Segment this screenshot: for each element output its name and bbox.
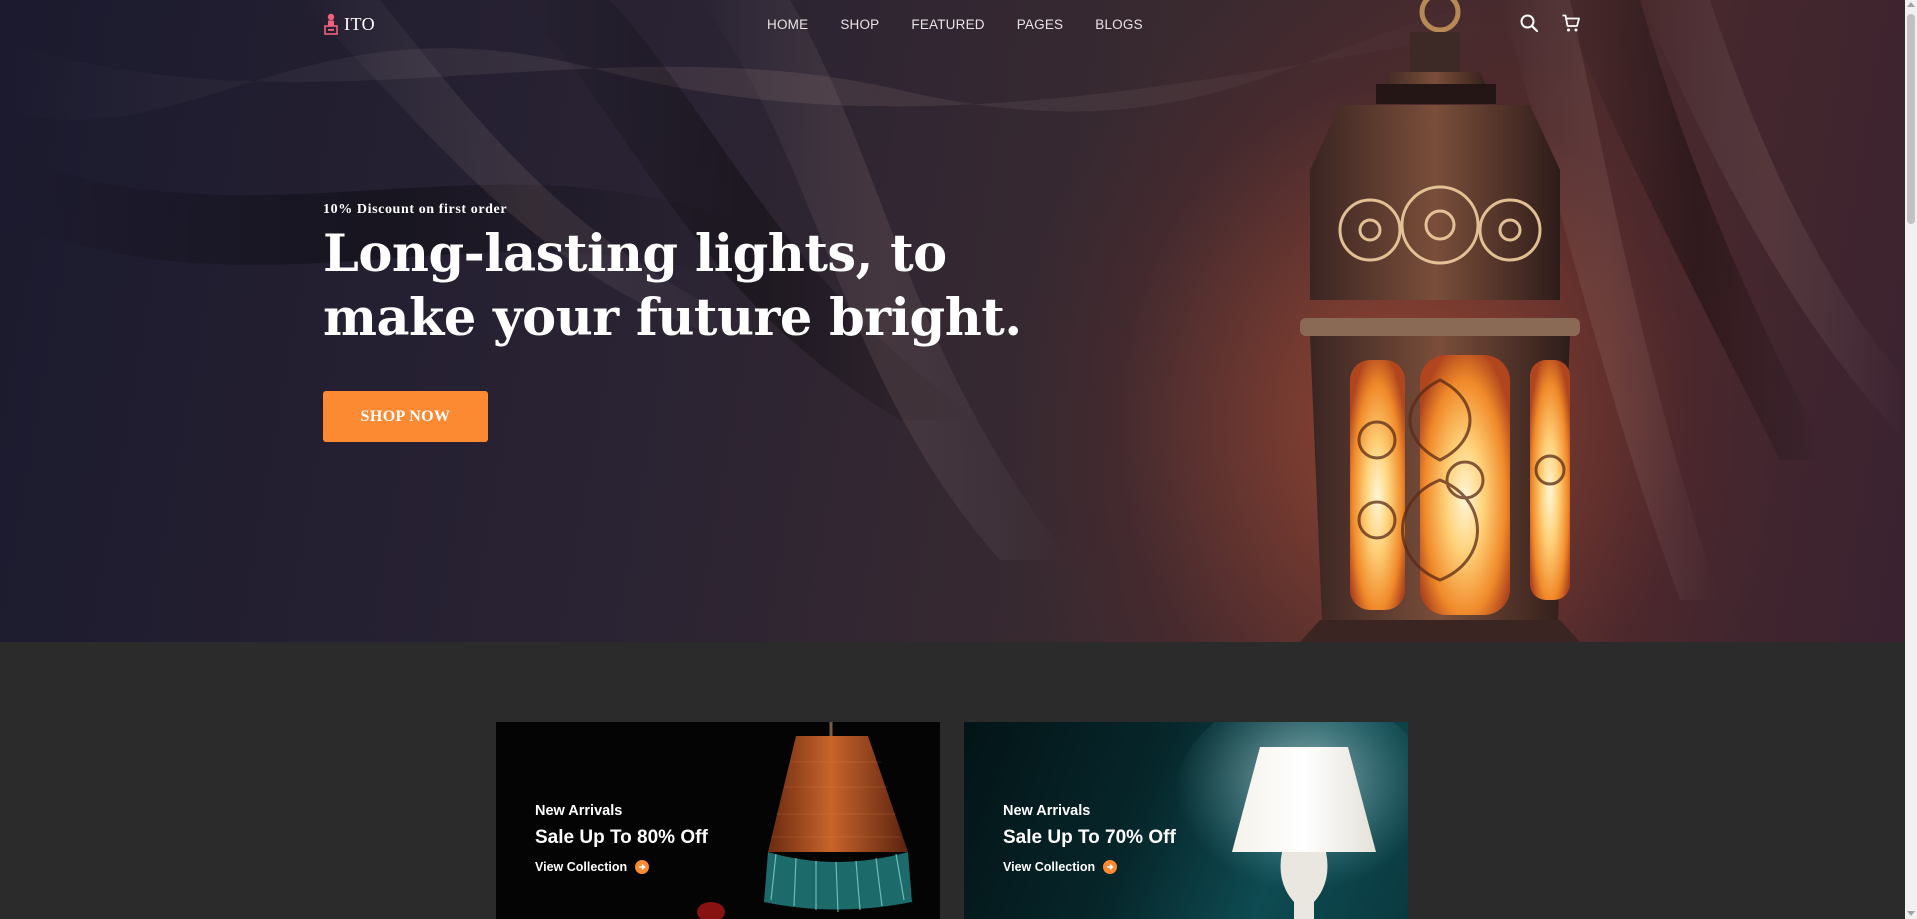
promo-kicker: New Arrivals xyxy=(535,803,623,819)
promo-card[interactable]: New Arrivals Sale Up To 70% Off View Col… xyxy=(964,722,1408,919)
view-collection-link[interactable]: View Collection xyxy=(535,860,650,874)
view-collection-label: View Collection xyxy=(1003,860,1096,874)
nav-blogs[interactable]: BLOGS xyxy=(1095,17,1143,32)
lantern-illustration xyxy=(1300,0,1580,642)
discount-eyebrow: 10% Discount on first order xyxy=(323,202,508,217)
view-collection-link[interactable]: View Collection xyxy=(1003,860,1118,874)
nav-shop[interactable]: SHOP xyxy=(840,17,879,32)
scrollbar-thumb[interactable] xyxy=(1907,14,1915,224)
page-scrollbar[interactable] xyxy=(1905,0,1917,919)
nav-home[interactable]: HOME xyxy=(767,17,808,32)
scroll-down-arrow-icon[interactable] xyxy=(1907,911,1915,916)
arrow-right-icon xyxy=(635,860,650,874)
header-actions xyxy=(1519,13,1581,33)
nav-featured[interactable]: FEATURED xyxy=(911,17,984,32)
hero-headline: Long-lasting lights, to make your future… xyxy=(323,224,1022,348)
pendant-lamp-image xyxy=(697,722,912,919)
brand-name: ITO xyxy=(344,13,376,34)
table-lamp-image xyxy=(1174,722,1408,919)
main-nav: HOME SHOP FEATURED PAGES BLOGS xyxy=(767,17,1175,32)
arrow-right-icon xyxy=(1103,860,1118,874)
nav-pages[interactable]: PAGES xyxy=(1017,17,1064,32)
promo-title: Sale Up To 80% Off xyxy=(535,827,708,848)
lamp-logo-icon xyxy=(324,13,338,35)
cart-icon[interactable] xyxy=(1561,13,1581,33)
promo-kicker: New Arrivals xyxy=(1003,803,1091,819)
search-icon[interactable] xyxy=(1519,13,1539,33)
shop-now-button[interactable]: SHOP NOW xyxy=(323,391,488,442)
hero-banner: ITO HOME SHOP FEATURED PAGES BLOGS 10% D… xyxy=(0,0,1905,642)
brand-logo[interactable]: ITO xyxy=(323,13,375,35)
promo-title: Sale Up To 70% Off xyxy=(1003,827,1176,848)
promo-card[interactable]: New Arrivals Sale Up To 80% Off View Col… xyxy=(496,722,940,919)
scroll-up-arrow-icon[interactable] xyxy=(1907,2,1915,7)
view-collection-label: View Collection xyxy=(535,860,628,874)
